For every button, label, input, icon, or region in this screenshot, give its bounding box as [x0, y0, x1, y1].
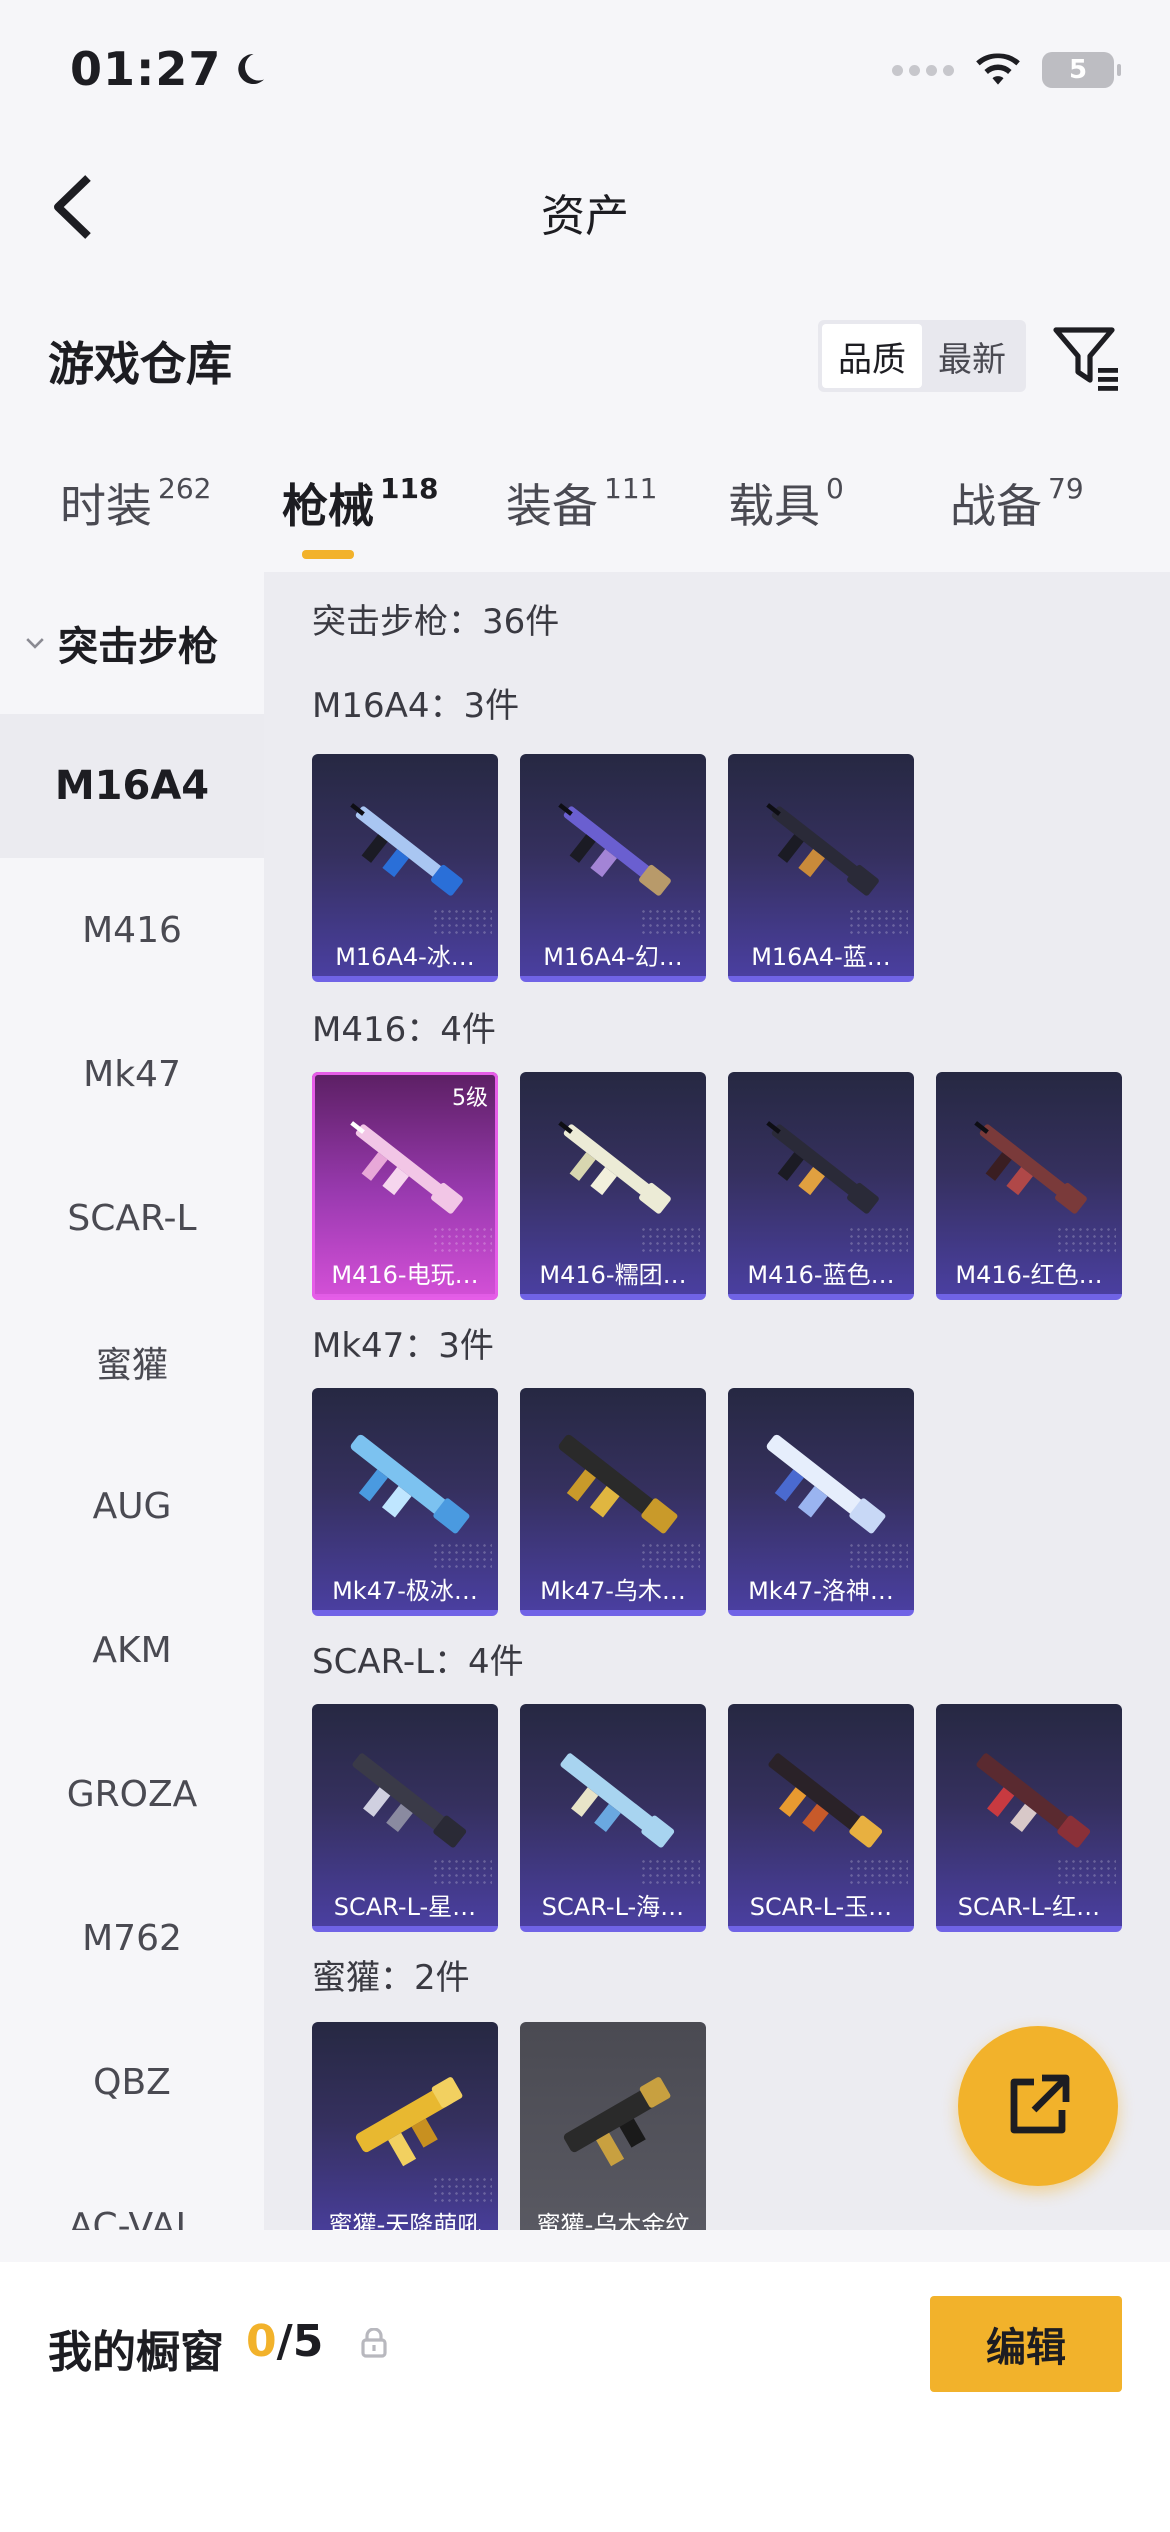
rifle-icon [558, 1121, 671, 1214]
active-tab-indicator [302, 550, 354, 559]
group-title-mk47: Mk47：3件 [312, 1326, 494, 1366]
filter-icon [1053, 327, 1118, 391]
chevron-down-icon [26, 638, 44, 649]
sidebar-item-ac-val[interactable]: AC-VAL [0, 2154, 264, 2231]
tab-vehicles[interactable]: 载具 0 [728, 470, 844, 536]
share-icon [1010, 2074, 1070, 2134]
category-total: 突击步枪：36件 [312, 602, 560, 642]
weapon-card[interactable]: Mk47-洛神… [728, 1388, 914, 1616]
group-title-honey-badger: 蜜獾：2件 [312, 1958, 470, 1998]
weapon-card[interactable]: M416-蓝色… [728, 1072, 914, 1300]
weapon-card[interactable]: Mk47-乌木… [520, 1388, 706, 1616]
page-title: 资产 [541, 191, 629, 242]
weapon-card[interactable]: SCAR-L-红… [936, 1704, 1122, 1932]
wifi-icon [976, 53, 1020, 85]
section-title: 游戏仓库 [48, 337, 232, 391]
rifle-icon [558, 1434, 678, 1534]
tab-supplies[interactable]: 战备 79 [950, 470, 1084, 536]
rifle-icon [560, 1753, 675, 1848]
weapon-card[interactable]: M416-糯团… [520, 1072, 706, 1300]
rifle-icon [350, 803, 463, 896]
rifle-icon [352, 1753, 467, 1848]
sidebar-item-m16a4[interactable]: M16A4 [0, 714, 264, 858]
weapon-card[interactable]: M416-红色… [936, 1072, 1122, 1300]
share-button[interactable] [958, 2026, 1118, 2186]
weapon-grid-area: 突击步枪：36件 M16A4：3件 M16A4-冰… M16A4-幻… M16A… [264, 572, 1170, 2230]
weapon-card[interactable]: SCAR-L-玉… [728, 1704, 914, 1932]
sort-quality-button[interactable]: 品质 [822, 324, 922, 388]
rifle-icon [355, 2077, 463, 2167]
rifle-icon [768, 1753, 883, 1848]
sidebar-item-groza[interactable]: GROZA [0, 1722, 264, 1866]
rifle-icon [350, 1121, 463, 1214]
sidebar-item-qbz[interactable]: QBZ [0, 2010, 264, 2154]
category-tabs: 时装 262 枪械 118 装备 111 载具 0 战备 79 [0, 470, 1170, 570]
status-bar: 01:27 5 [0, 0, 1170, 150]
edit-button[interactable]: 编辑 [930, 2296, 1122, 2392]
weapon-card[interactable]: 5级 M416-电玩… [312, 1072, 498, 1300]
weapon-card[interactable]: SCAR-L-海… [520, 1704, 706, 1932]
sidebar-group-assault-rifle[interactable]: 突击步枪 [0, 572, 264, 714]
sidebar-item-akm[interactable]: AKM [0, 1578, 264, 1722]
sidebar-item-mk47[interactable]: Mk47 [0, 1002, 264, 1146]
showcase-label: 我的橱窗 [48, 2327, 224, 2378]
group-title-scar-l: SCAR-L：4件 [312, 1642, 524, 1682]
rifle-icon [350, 1434, 470, 1534]
weapon-category-sidebar: 突击步枪 M16A4 M416 Mk47 SCAR-L 蜜獾 AUG AKM G… [0, 572, 264, 2230]
weapon-card[interactable]: SCAR-L-星… [312, 1704, 498, 1932]
tab-firearms[interactable]: 枪械 118 [282, 470, 438, 536]
showcase-bar: 我的橱窗 0/5 编辑 [0, 2262, 1170, 2532]
battery-icon: 5 [1042, 52, 1121, 88]
weapon-card[interactable]: 蜜獾-乌木金纹 [520, 2022, 706, 2230]
weapon-card[interactable]: 蜜獾-天降萌吼 [312, 2022, 498, 2230]
sidebar-item-aug[interactable]: AUG [0, 1434, 264, 1578]
lock-icon [361, 2328, 387, 2358]
rifle-icon [766, 803, 879, 896]
sort-latest-button[interactable]: 最新 [922, 324, 1022, 388]
rifle-icon [766, 1121, 879, 1214]
group-title-m416: M416：4件 [312, 1010, 496, 1050]
sort-toggle[interactable]: 品质 最新 [818, 320, 1026, 392]
group-title-m16a4: M16A4：3件 [312, 686, 520, 726]
weapon-card[interactable]: M16A4-蓝… [728, 754, 914, 982]
weapon-card[interactable]: M16A4-冰… [312, 754, 498, 982]
filter-button[interactable] [1050, 320, 1122, 392]
sidebar-item-m416[interactable]: M416 [0, 858, 264, 1002]
rifle-icon [558, 803, 671, 896]
rifle-icon [563, 2077, 671, 2167]
sidebar-item-honey-badger[interactable]: 蜜獾 [0, 1290, 264, 1434]
cellular-signal-icon [892, 64, 954, 76]
weapon-card[interactable]: M16A4-幻… [520, 754, 706, 982]
tab-fashion[interactable]: 时装 262 [60, 470, 211, 536]
sidebar-item-m762[interactable]: M762 [0, 1866, 264, 2010]
sidebar-item-scar-l[interactable]: SCAR-L [0, 1146, 264, 1290]
showcase-count: 0/5 [246, 2316, 324, 2367]
rifle-icon [976, 1753, 1091, 1848]
weapon-card[interactable]: Mk47-极冰… [312, 1388, 498, 1616]
status-time: 01:27 [70, 42, 267, 96]
rifle-icon [766, 1434, 886, 1534]
moon-icon [238, 53, 265, 84]
rifle-icon [974, 1121, 1087, 1214]
tab-equipment[interactable]: 装备 111 [506, 470, 657, 536]
